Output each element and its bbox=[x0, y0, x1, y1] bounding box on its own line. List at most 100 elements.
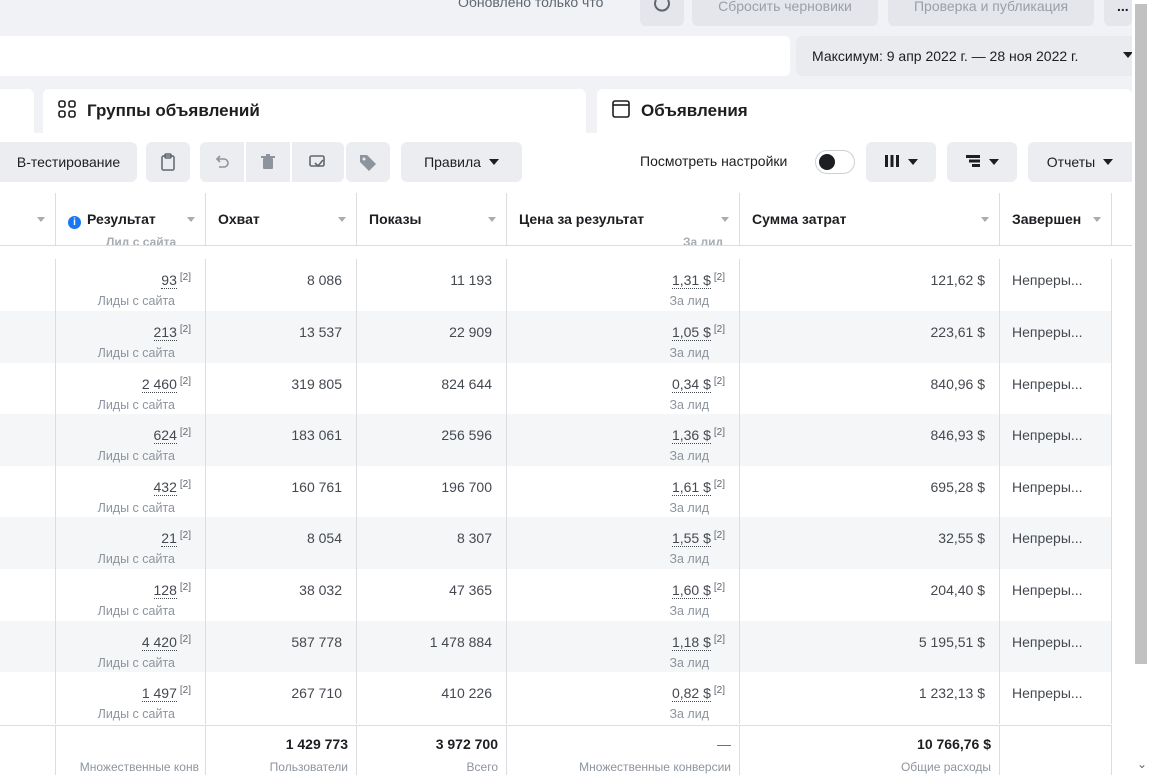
totals-impressions-sub: Всего bbox=[466, 760, 498, 774]
column-header-result-sub: Лид с сайта bbox=[106, 235, 177, 245]
cost-value-link[interactable]: 1,05 $ bbox=[671, 324, 711, 341]
totals-cost-sub: Множественные конверсии bbox=[579, 760, 731, 774]
result-cell: 624 [2] Лиды с сайта bbox=[56, 414, 206, 466]
scrollbar[interactable]: ⌄ bbox=[1132, 0, 1152, 775]
cost-value-link[interactable]: 1,60 $ bbox=[671, 582, 711, 599]
impressions-cell: 8 307 bbox=[357, 517, 507, 569]
undo-icon[interactable] bbox=[200, 142, 244, 182]
result-value-link[interactable]: 432 bbox=[153, 478, 177, 496]
cost-value-link[interactable]: 1,55 $ bbox=[671, 530, 711, 548]
trash-icon[interactable] bbox=[246, 142, 290, 182]
column-header-result[interactable]: i Результат Лид с сайта bbox=[56, 193, 206, 245]
result-value-link[interactable]: 213 bbox=[153, 324, 177, 341]
view-settings-toggle[interactable] bbox=[815, 150, 855, 174]
date-range-picker[interactable]: Максимум: 9 апр 2022 г. — 28 ноя 2022 г. bbox=[796, 36, 1141, 76]
table-row[interactable]: 128 [2] Лиды с сайта 38 032 47 365 1,60 $ [2] З… bbox=[0, 569, 1112, 621]
totals-cost-value: — bbox=[717, 736, 731, 752]
result-value-link[interactable]: 93 bbox=[161, 272, 177, 290]
impressions-value: 8 307 bbox=[456, 530, 492, 547]
rules-dropdown[interactable]: Правила bbox=[401, 142, 522, 182]
totals-result: Множественные конв bbox=[56, 726, 206, 775]
impressions-value: 824 644 bbox=[441, 375, 492, 392]
impressions-value: 22 909 bbox=[449, 324, 492, 340]
result-value-link[interactable]: 128 bbox=[153, 582, 177, 599]
table-row[interactable]: 624 [2] Лиды с сайта 183 061 256 596 1,36 $ [2… bbox=[0, 414, 1112, 466]
breakdown-dropdown[interactable] bbox=[947, 142, 1017, 182]
ab-testing-button[interactable]: B-тестирование bbox=[0, 142, 137, 182]
result-subtext: Лиды с сайта bbox=[97, 449, 175, 464]
column-header-cost[interactable]: Цена за результат За лид bbox=[507, 193, 740, 245]
result-value-link[interactable]: 1 497 bbox=[141, 685, 177, 703]
cost-subtext: За лид bbox=[669, 604, 709, 618]
more-menu-icon[interactable]: ... bbox=[1104, 0, 1132, 26]
impressions-value: 47 365 bbox=[449, 582, 492, 598]
cost-value-link[interactable]: 0,34 $ bbox=[671, 375, 711, 393]
chevron-down-icon bbox=[488, 159, 499, 165]
footnote-marker: [2] bbox=[713, 582, 725, 593]
result-value-link[interactable]: 624 bbox=[153, 427, 177, 445]
spend-value: 695,28 $ bbox=[930, 478, 986, 495]
table-row[interactable]: 21 [2] Лиды с сайта 8 054 8 307 1,55 $ [2] За л… bbox=[0, 517, 1112, 569]
cost-value-link[interactable]: 1,31 $ bbox=[671, 272, 711, 290]
reports-dropdown[interactable]: Отчеты bbox=[1028, 142, 1132, 182]
breakdown-icon bbox=[965, 154, 981, 171]
reach-value: 587 778 bbox=[291, 633, 342, 650]
cost-cell: 1,60 $ [2] За лид bbox=[507, 569, 740, 621]
column-header-more[interactable] bbox=[1112, 193, 1132, 245]
cost-value-link[interactable]: 0,82 $ bbox=[671, 685, 711, 703]
column-header-spend[interactable]: Сумма затрат bbox=[740, 193, 1000, 245]
cost-cell: 1,61 $ [2] За лид bbox=[507, 465, 740, 518]
cost-value-link[interactable]: 1,61 $ bbox=[671, 478, 711, 496]
tag-icon[interactable] bbox=[346, 142, 390, 182]
column-header-cost-sub: За лид bbox=[683, 235, 724, 245]
tab-ad-sets[interactable]: Группы объявлений bbox=[43, 89, 586, 133]
table-row[interactable]: 2 460 [2] Лиды с сайта 319 805 824 644 0,34 $… bbox=[0, 362, 1112, 415]
reset-drafts-button[interactable]: Сбросить черновики bbox=[692, 0, 878, 26]
result-value-link[interactable]: 4 420 bbox=[141, 633, 177, 651]
row-name-cell[interactable] bbox=[0, 517, 56, 569]
table-row[interactable]: 1 497 [2] Лиды с сайта 267 710 410 226 0,82 $… bbox=[0, 672, 1112, 724]
cost-value-link[interactable]: 1,36 $ bbox=[671, 427, 711, 445]
result-value-link[interactable]: 2 460 bbox=[141, 375, 177, 393]
column-header-end[interactable]: Завершен bbox=[1000, 193, 1112, 245]
search-filter-bar[interactable] bbox=[0, 36, 790, 76]
tab-ads[interactable]: Объявления bbox=[597, 89, 1132, 133]
table-row[interactable]: 93 [2] Лиды с сайта 8 086 11 193 1,31 $ [2] За … bbox=[0, 259, 1112, 311]
reach-value: 183 061 bbox=[291, 427, 342, 444]
cost-cell: 1,36 $ [2] За лид bbox=[507, 414, 740, 466]
impressions-value: 256 596 bbox=[441, 427, 492, 444]
clipboard-icon[interactable] bbox=[146, 142, 190, 182]
cost-value-link[interactable]: 1,18 $ bbox=[671, 633, 711, 651]
review-publish-button[interactable]: Проверка и публикация bbox=[888, 0, 1094, 26]
row-name-cell[interactable] bbox=[0, 620, 56, 673]
grid-icon bbox=[57, 99, 77, 124]
row-name-cell[interactable] bbox=[0, 569, 56, 621]
tab-ads-label: Объявления bbox=[641, 101, 748, 120]
refresh-icon[interactable] bbox=[640, 0, 684, 26]
tab-campaigns[interactable] bbox=[0, 89, 34, 133]
totals-row: Множественные конв 1 429 773 Пользовател… bbox=[0, 725, 1112, 775]
duplicate-icon[interactable] bbox=[292, 142, 344, 182]
row-name-cell[interactable] bbox=[0, 672, 56, 724]
row-name-cell[interactable] bbox=[0, 311, 56, 363]
table-row[interactable]: 4 420 [2] Лиды с сайта 587 778 1 478 884 1,18… bbox=[0, 620, 1112, 673]
end-cell: Непреры... bbox=[1000, 672, 1112, 724]
result-value-link[interactable]: 21 bbox=[161, 530, 177, 548]
column-header-impressions[interactable]: Показы bbox=[357, 193, 507, 245]
end-cell: Непреры... bbox=[1000, 414, 1112, 466]
column-header-reach[interactable]: Охват bbox=[206, 193, 357, 245]
column-header-reach-label: Охват bbox=[218, 211, 260, 227]
column-header-name[interactable] bbox=[0, 193, 56, 245]
table-row[interactable]: 432 [2] Лиды с сайта 160 761 196 700 1,61 $ [2… bbox=[0, 465, 1112, 518]
row-name-cell[interactable] bbox=[0, 259, 56, 311]
columns-dropdown[interactable] bbox=[866, 142, 936, 182]
cost-subtext: За лид bbox=[669, 397, 709, 412]
scroll-down-icon[interactable]: ⌄ bbox=[1137, 757, 1147, 771]
chevron-down-icon bbox=[1103, 159, 1114, 165]
scrollbar-thumb[interactable] bbox=[1135, 4, 1147, 664]
row-name-cell[interactable] bbox=[0, 362, 56, 415]
date-range-label: Максимум: 9 апр 2022 г. — 28 ноя 2022 г. bbox=[812, 48, 1079, 64]
table-row[interactable]: 213 [2] Лиды с сайта 13 537 22 909 1,05 $ [2] З… bbox=[0, 311, 1112, 363]
row-name-cell[interactable] bbox=[0, 414, 56, 466]
row-name-cell[interactable] bbox=[0, 465, 56, 518]
